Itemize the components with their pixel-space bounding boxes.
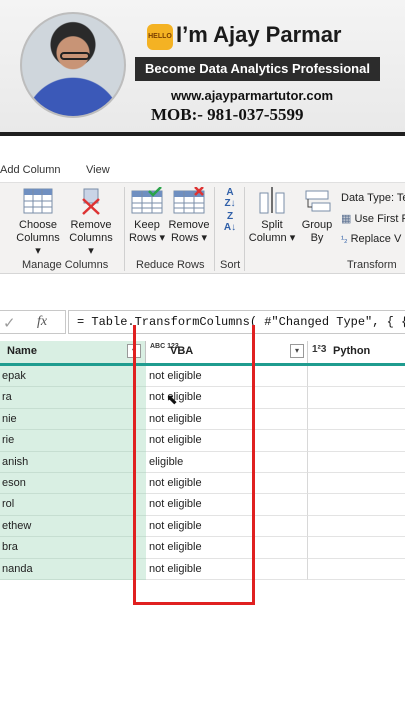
tagline: Become Data Analytics Professional <box>135 57 380 81</box>
keep-rows-label-2: Rows ▾ <box>128 232 166 244</box>
remove-columns-button[interactable]: Remove Columns ▾ <box>66 187 116 258</box>
cell-name[interactable]: bra <box>0 537 146 559</box>
cell-name[interactable]: eson <box>0 473 146 495</box>
data-type-dropdown[interactable]: Data Type: Te <box>341 192 405 204</box>
cell-python[interactable] <box>308 452 405 473</box>
choose-columns-button[interactable]: Choose Columns ▾ <box>14 187 62 258</box>
cell-python[interactable] <box>308 516 405 538</box>
group-by-label-2: By <box>310 232 324 244</box>
remove-columns-icon <box>82 188 100 215</box>
cell-name[interactable]: anish <box>0 452 146 473</box>
hello-badge-icon: HELLO <box>147 24 173 50</box>
split-column-label-2: Column ▾ <box>248 232 296 244</box>
choose-columns-icon <box>23 188 53 214</box>
choose-columns-label-1: Choose <box>19 219 57 231</box>
split-column-button[interactable]: Split Column ▾ <box>248 187 296 245</box>
replace-values-button[interactable]: ¹₂ Replace V <box>341 233 401 245</box>
cell-python[interactable] <box>308 473 405 495</box>
glasses-icon <box>60 52 90 60</box>
cell-name[interactable]: epak <box>0 366 146 388</box>
group-label-transform: Transform <box>347 259 397 271</box>
group-by-label-1: Group <box>301 219 333 231</box>
split-column-label-1: Split <box>261 219 283 231</box>
presenter-avatar <box>20 12 126 118</box>
cell-name[interactable]: rie <box>0 430 146 452</box>
use-first-row-button[interactable]: ▦ Use First R <box>341 212 405 225</box>
ribbon: Choose Columns ▾ Remove Columns ▾ Keep R… <box>0 182 405 274</box>
mouse-cursor-icon: ⬉ <box>166 391 178 407</box>
split-column-icon <box>259 187 285 214</box>
group-by-button[interactable]: Group By <box>298 187 336 245</box>
column-header-python-label: Python <box>333 345 371 357</box>
website-url: www.ajayparmartutor.com <box>171 88 334 103</box>
cell-name[interactable]: nie <box>0 409 146 431</box>
choose-columns-label-2: Columns ▾ <box>16 232 60 257</box>
promo-banner: HELLO I’m Ajay Parmar Become Data Analyt… <box>0 0 405 132</box>
tab-view[interactable]: View <box>86 164 110 176</box>
fx-icon[interactable]: fx <box>37 314 47 330</box>
column-header-name-label: Name <box>7 345 37 357</box>
keep-rows-label-1: Keep <box>134 219 160 231</box>
banner-divider <box>0 132 405 136</box>
cell-python[interactable] <box>308 430 405 452</box>
keep-rows-button[interactable]: Keep Rows ▾ <box>128 187 166 245</box>
group-label-reduce-rows: Reduce Rows <box>136 259 205 271</box>
sort-descending-icon: Z A↓ <box>223 211 237 233</box>
remove-rows-icon <box>173 187 205 214</box>
tab-add-column[interactable]: Add Column <box>0 164 61 176</box>
group-label-sort: Sort <box>220 259 241 271</box>
remove-rows-label-1: Remove <box>168 219 210 231</box>
cell-python[interactable] <box>308 387 405 409</box>
cell-name[interactable]: rol <box>0 494 146 516</box>
keep-rows-icon <box>131 187 163 214</box>
cell-name[interactable]: nanda <box>0 559 146 580</box>
sort-ascending-button[interactable]: A Z↓ <box>220 187 240 209</box>
remove-columns-label-1: Remove <box>70 219 112 231</box>
replace-icon: ¹₂ <box>341 234 348 244</box>
column-header-python[interactable]: 1²3 Python <box>308 341 405 363</box>
cell-python[interactable] <box>308 409 405 431</box>
cell-python[interactable] <box>308 494 405 516</box>
sort-ascending-icon: A Z↓ <box>224 187 236 209</box>
remove-rows-button[interactable]: Remove Rows ▾ <box>168 187 210 245</box>
check-icon[interactable]: ✓ <box>3 314 16 332</box>
cell-python[interactable] <box>308 559 405 580</box>
cell-name[interactable]: ethew <box>0 516 146 538</box>
ribbon-tabs: Add Column View <box>0 160 405 182</box>
cell-name[interactable]: ra <box>0 387 146 409</box>
cell-python[interactable] <box>308 366 405 388</box>
sort-descending-button[interactable]: Z A↓ <box>220 211 240 233</box>
remove-columns-label-2: Columns ▾ <box>69 232 113 257</box>
filter-dropdown-icon[interactable]: ▾ <box>290 344 304 358</box>
ribbon-separator <box>214 187 215 271</box>
ribbon-separator <box>124 187 125 271</box>
type-number-icon[interactable]: 1²3 <box>312 345 326 355</box>
table-icon: ▦ <box>341 213 352 225</box>
formula-controls: ✓ fx <box>0 310 66 334</box>
annotation-rectangle <box>133 325 255 605</box>
presenter-name: I’m Ajay Parmar <box>176 22 342 47</box>
cell-python[interactable] <box>308 537 405 559</box>
group-by-icon <box>305 190 331 212</box>
ribbon-separator <box>244 187 245 271</box>
group-label-manage-columns: Manage Columns <box>22 259 109 271</box>
phone-number: MOB:- 981-037-5599 <box>151 105 304 124</box>
column-header-name[interactable]: Name ▾ <box>0 341 146 363</box>
remove-rows-label-2: Rows ▾ <box>170 232 208 244</box>
